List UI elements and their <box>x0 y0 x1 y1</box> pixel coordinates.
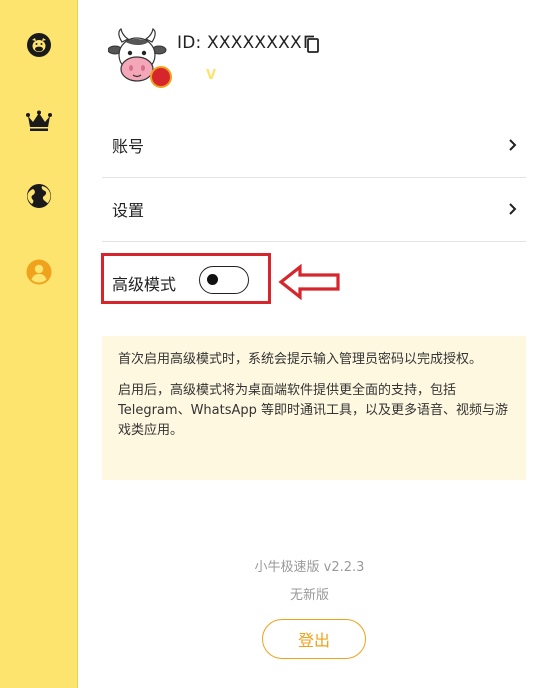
sidebar-item-globe[interactable] <box>25 182 53 210</box>
sidebar-item-cow[interactable] <box>25 31 53 59</box>
sidebar <box>0 0 78 688</box>
info-paragraph: 首次启用高级模式时，系统会提示输入管理员密码以完成授权。 <box>118 352 483 367</box>
menu-item-account[interactable]: 账号 <box>102 114 526 176</box>
user-id: ID: XXXXXXXX <box>177 33 302 53</box>
avatar <box>108 28 172 88</box>
info-paragraph: 启用后，高级模式将为桌面端软件提供更全面的支持，包括 Telegram、What… <box>118 383 509 438</box>
chevron-right-icon <box>509 139 517 151</box>
update-status: 无新版 <box>289 588 329 603</box>
chevron-right-icon <box>509 203 517 215</box>
logout-button[interactable]: 登出 <box>262 619 366 659</box>
advanced-mode-toggle[interactable] <box>199 266 249 294</box>
menu-item-settings[interactable]: 设置 <box>102 178 526 240</box>
divider <box>102 241 526 242</box>
globe-icon <box>27 184 51 208</box>
user-icon <box>26 259 52 285</box>
vip-badge-label: V <box>205 68 217 83</box>
sidebar-item-user[interactable] <box>25 258 53 286</box>
advanced-mode-info: 首次启用高级模式时，系统会提示输入管理员密码以完成授权。 启用后，高级模式将为桌… <box>102 336 526 480</box>
sidebar-item-crown[interactable] <box>25 107 53 135</box>
toggle-knob <box>207 274 218 285</box>
cow-icon <box>27 33 51 57</box>
copy-icon[interactable] <box>302 34 322 54</box>
crown-icon <box>26 110 52 131</box>
account-panel: V ID: XXXXXXXX 账号 设置 高级模式 首次启用高级模式时，系统会提… <box>78 0 541 688</box>
arrow-left-icon <box>278 264 340 300</box>
vip-badge-icon <box>150 66 172 88</box>
app-version: 小牛极速版 v2.2.3 <box>254 560 365 575</box>
advanced-mode-label: 高级模式 <box>112 275 177 294</box>
menu-item-settings-label: 设置 <box>112 201 145 220</box>
menu-item-account-label: 账号 <box>112 137 145 156</box>
